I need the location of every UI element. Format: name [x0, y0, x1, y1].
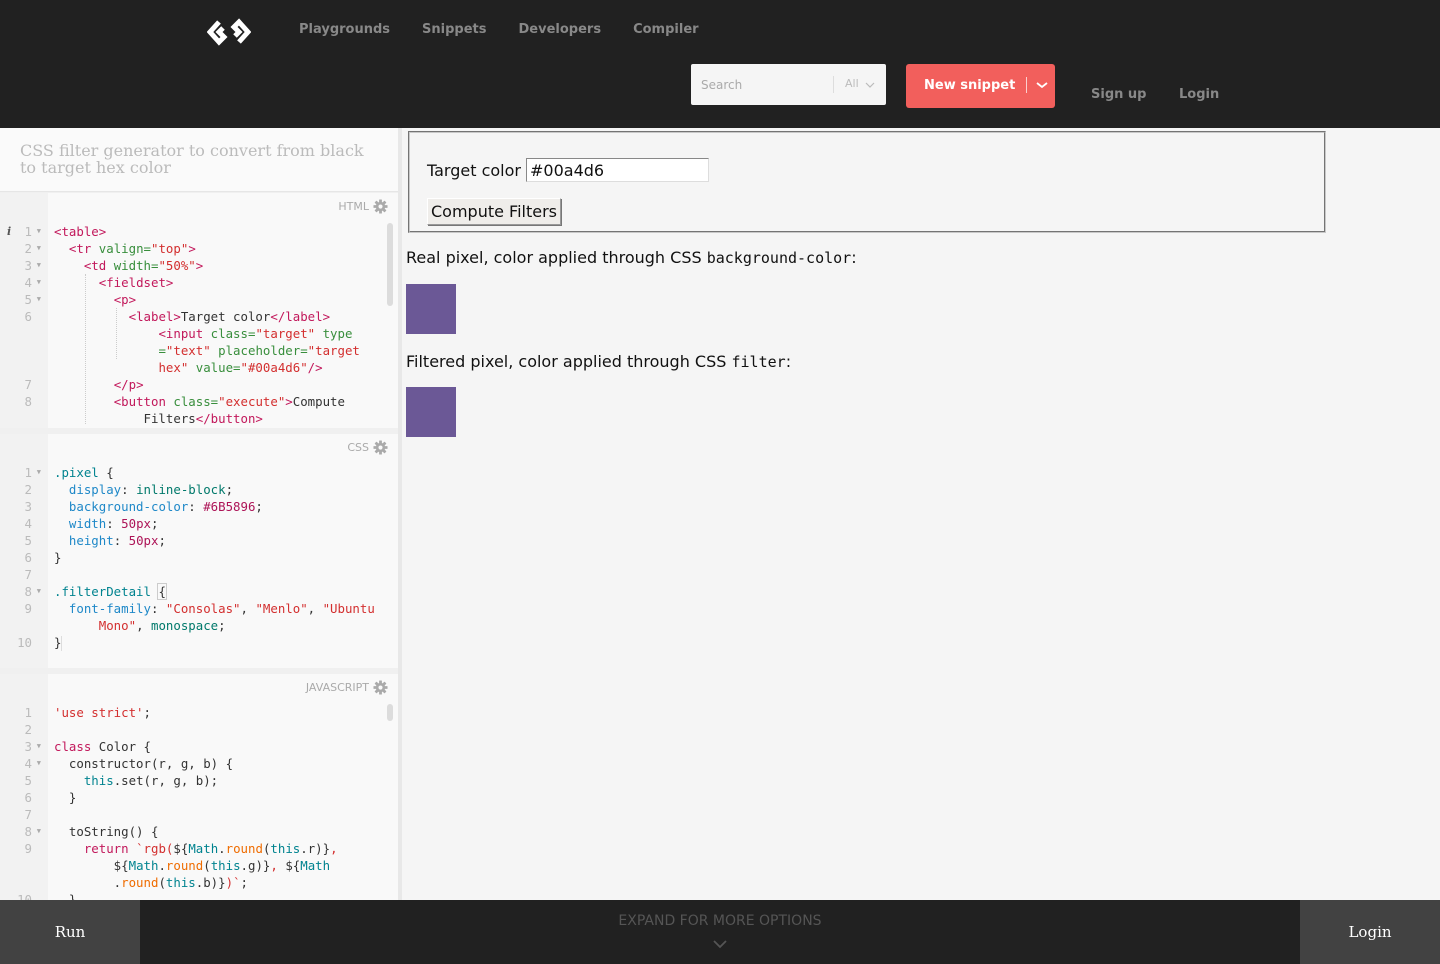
- js-editor-header: JAVASCRIPT: [306, 680, 388, 695]
- sign-up-link[interactable]: Sign up: [1091, 87, 1146, 102]
- new-snippet-divider: [1026, 77, 1027, 93]
- nav-compiler[interactable]: Compiler: [633, 22, 698, 37]
- footer-login-button[interactable]: Login: [1300, 900, 1440, 964]
- real-pixel-suffix: :: [851, 248, 857, 267]
- js-editor[interactable]: JAVASCRIPT 1 2 3 ▼ 4 ▼ 5 6 7 8 ▼ 9 10 'use …: [0, 674, 398, 900]
- html-editor-label: HTML: [338, 200, 369, 213]
- target-color-input[interactable]: [526, 158, 709, 182]
- search-box: All: [691, 64, 886, 105]
- html-editor[interactable]: HTML i 1 ▼ 2 ▼ 3 ▼ 4 ▼ 5 ▼ 6 7 8 <table> <tr …: [0, 193, 398, 428]
- js-editor-label: JAVASCRIPT: [305, 681, 369, 694]
- html-scrollbar[interactable]: [387, 223, 393, 306]
- login-link[interactable]: Login: [1179, 87, 1219, 102]
- real-pixel-caption: Real pixel, color applied through CSS ba…: [406, 248, 857, 267]
- compute-filters-button[interactable]: Compute Filters: [427, 198, 562, 225]
- main-nav: Playgrounds Snippets Developers Compiler: [299, 22, 699, 37]
- run-button[interactable]: Run: [0, 900, 140, 964]
- new-snippet-button[interactable]: New snippet: [906, 64, 1055, 108]
- chevron-down-icon[interactable]: [865, 78, 875, 92]
- editor-sidebar: CSS filter generator to convert from bla…: [0, 128, 398, 900]
- target-color-label: Target color: [427, 161, 521, 180]
- expand-options-button[interactable]: EXPAND FOR MORE OPTIONS: [520, 913, 920, 929]
- filtered-pixel-caption: Filtered pixel, color applied through CS…: [406, 352, 791, 371]
- real-pixel-swatch: [406, 284, 456, 334]
- gear-icon[interactable]: [373, 440, 388, 455]
- real-pixel-code: background-color: [706, 249, 852, 267]
- target-fieldset: Target color Compute Filters: [408, 131, 1326, 233]
- css-editor[interactable]: CSS 1 ▼ 2 3 4 5 6 7 8 ▼ 9 10 .pixel { disp…: [0, 434, 398, 668]
- logo-icon[interactable]: [207, 18, 251, 46]
- search-divider: [833, 76, 834, 93]
- filtered-pixel-suffix: :: [785, 352, 792, 371]
- filtered-pixel-text: Filtered pixel, color applied through CS…: [406, 352, 732, 371]
- snippet-description: CSS filter generator to convert from bla…: [0, 128, 398, 192]
- top-header: Playgrounds Snippets Developers Compiler…: [0, 0, 1440, 128]
- css-editor-header: CSS: [347, 440, 388, 455]
- html-editor-header: HTML: [338, 199, 388, 214]
- nav-playgrounds[interactable]: Playgrounds: [299, 22, 390, 37]
- new-snippet-label: New snippet: [924, 78, 1016, 93]
- gear-icon[interactable]: [373, 680, 388, 695]
- search-filter-select[interactable]: All: [845, 77, 859, 90]
- filtered-pixel-code: filter: [731, 353, 786, 371]
- search-input[interactable]: [691, 64, 831, 105]
- bottom-bar: Run EXPAND FOR MORE OPTIONS Login: [0, 900, 1440, 964]
- filtered-pixel-swatch: [406, 387, 456, 437]
- nav-developers[interactable]: Developers: [519, 22, 602, 37]
- real-pixel-text: Real pixel, color applied through CSS: [406, 248, 707, 267]
- chevron-down-icon[interactable]: [711, 938, 729, 950]
- preview-pane: Target color Compute Filters Real pixel,…: [402, 128, 1440, 900]
- chevron-down-icon[interactable]: [1034, 74, 1050, 94]
- nav-snippets[interactable]: Snippets: [422, 22, 486, 37]
- css-editor-label: CSS: [347, 441, 369, 454]
- js-scrollbar[interactable]: [387, 704, 393, 721]
- gear-icon[interactable]: [373, 199, 388, 214]
